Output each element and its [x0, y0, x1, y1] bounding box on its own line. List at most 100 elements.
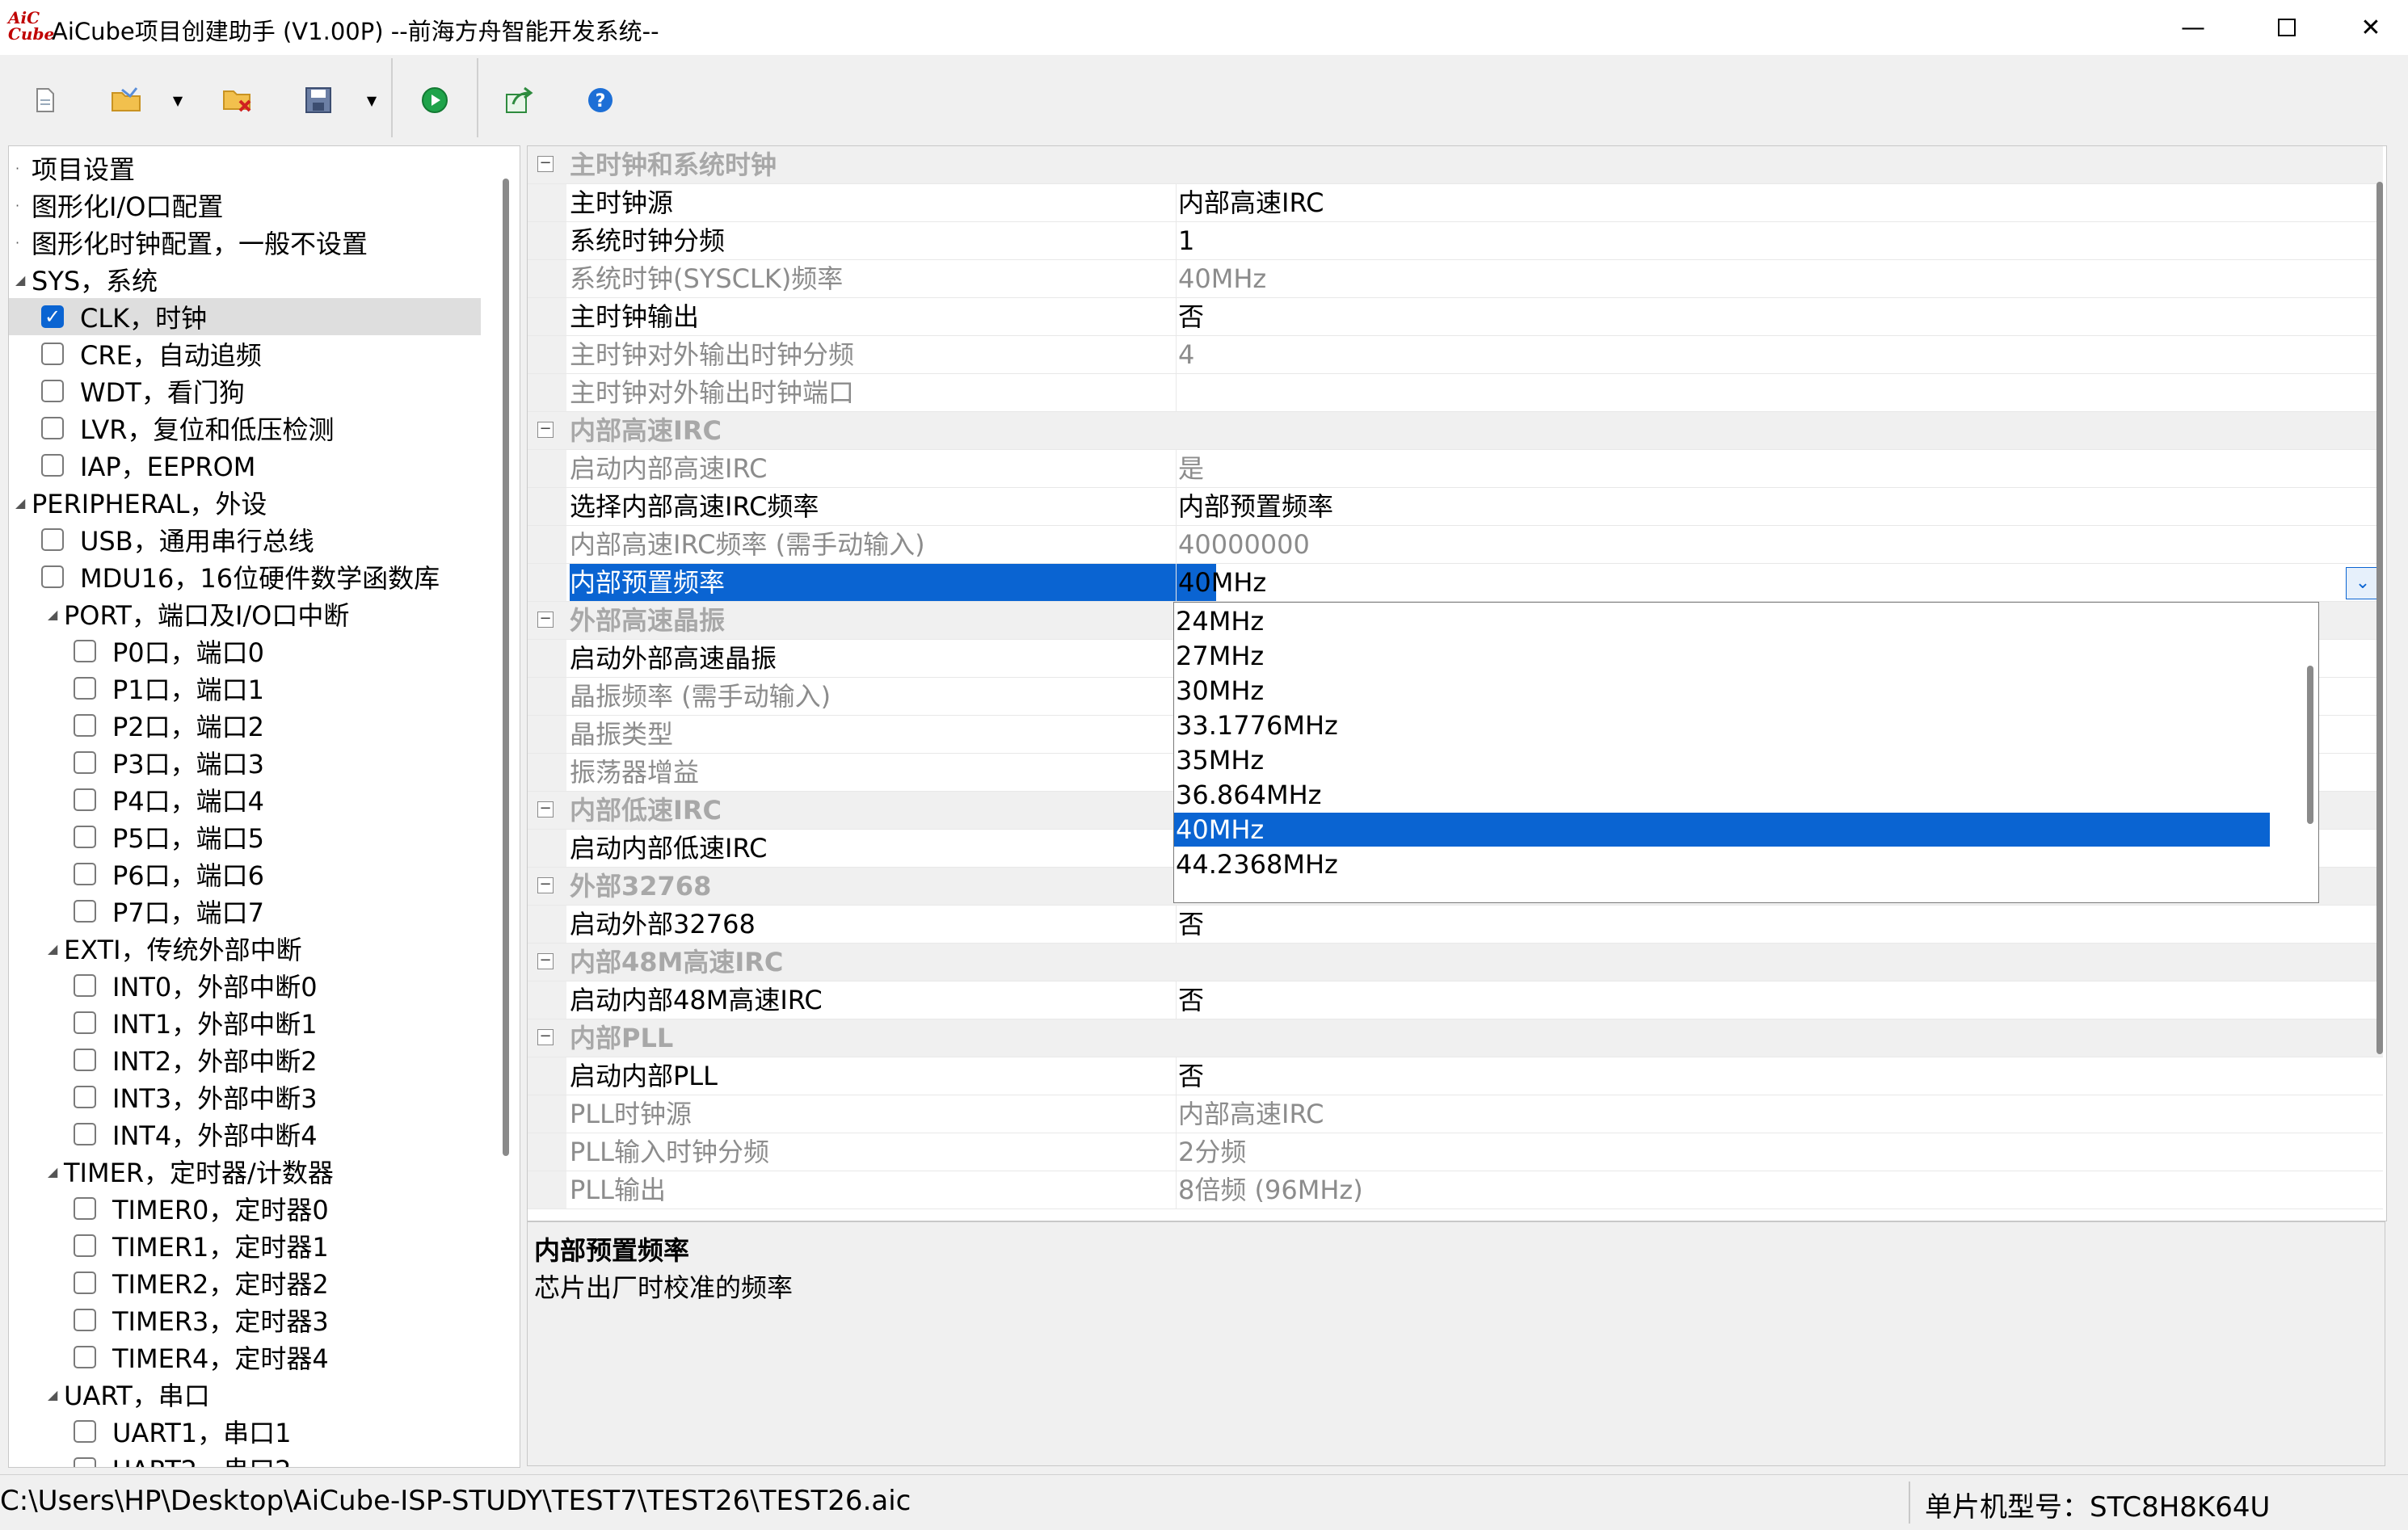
checkbox[interactable]	[74, 714, 96, 737]
property-value[interactable]: 否	[1176, 1057, 2382, 1095]
tree-item-p4[interactable]: P4口，端口4	[74, 781, 264, 818]
category-internal-pll[interactable]: − 内部PLL	[528, 1019, 2383, 1057]
checkbox[interactable]	[74, 1123, 96, 1145]
tree-item-sys[interactable]: ◢ SYS，系统	[15, 261, 158, 298]
tree-item-p1[interactable]: P1口，端口1	[74, 670, 264, 707]
tree-item-uart2[interactable]: UART2，串口2	[74, 1450, 292, 1467]
property-value[interactable]: 否	[1176, 906, 2382, 943]
tree-item-p5[interactable]: P5口，端口5	[74, 818, 264, 855]
checkbox[interactable]	[74, 1049, 96, 1071]
tree-item-wdt[interactable]: WDT，看门狗	[41, 372, 245, 410]
tree-item-uart[interactable]: ◢ UART，串口	[48, 1376, 210, 1413]
checkbox[interactable]	[41, 343, 64, 365]
tree-item-p2[interactable]: P2口，端口2	[74, 707, 264, 744]
tree-item-uart1[interactable]: UART1，串口1	[74, 1413, 292, 1450]
tree-item-lvr[interactable]: LVR，复位和低压检测	[41, 410, 334, 447]
tree-item-mdu16[interactable]: MDU16，16位硬件数学函数库	[41, 558, 440, 595]
export-button[interactable]	[501, 78, 538, 123]
checkbox[interactable]	[74, 640, 96, 662]
tree-item-clock-config[interactable]: · 图形化时钟配置，一般不设置	[15, 224, 368, 261]
tree-item-int0[interactable]: INT0，外部中断0	[74, 967, 318, 1004]
property-value[interactable]: 1	[1176, 222, 2382, 259]
tree-item-int1[interactable]: INT1，外部中断1	[74, 1004, 318, 1041]
checkbox[interactable]	[74, 1420, 96, 1443]
save-button[interactable]	[301, 78, 336, 123]
property-value-select[interactable]: 40MHz	[1176, 564, 2382, 601]
tree-item-clk[interactable]: ✓ CLK，时钟	[9, 298, 481, 335]
checkbox[interactable]	[41, 417, 64, 439]
checkbox[interactable]	[74, 826, 96, 848]
dropdown-option[interactable]: 24MHz	[1174, 604, 2270, 638]
property-row[interactable]: 启动外部32768 否	[528, 906, 2383, 944]
checkbox[interactable]	[74, 974, 96, 997]
dropdown-option-selected[interactable]: 40MHz	[1174, 813, 2270, 847]
dropdown-option[interactable]: 36.864MHz	[1174, 778, 2270, 812]
checkbox[interactable]	[41, 565, 64, 588]
collapse-icon[interactable]: −	[537, 801, 554, 818]
help-button[interactable]: ?	[582, 78, 619, 123]
maximize-button[interactable]	[2240, 0, 2334, 55]
property-row[interactable]: 启动内部48M高速IRC 否	[528, 981, 2383, 1019]
category-internal-irc[interactable]: − 内部高速IRC	[528, 412, 2383, 450]
property-value[interactable]: 否	[1176, 981, 2382, 1019]
project-tree[interactable]: · 项目设置 · 图形化I/O口配置 · 图形化时钟配置，一般不设置 ◢ SYS，系统 …	[8, 145, 520, 1468]
dropdown-option[interactable]: 27MHz	[1174, 639, 2270, 673]
tree-expand-icon[interactable]: ◢	[48, 1164, 64, 1179]
collapse-icon[interactable]: −	[537, 422, 554, 438]
checkbox[interactable]	[41, 380, 64, 402]
tree-item-usb[interactable]: USB，通用串行总线	[41, 521, 314, 558]
checkbox[interactable]	[74, 751, 96, 774]
checkbox[interactable]	[74, 1197, 96, 1220]
property-row[interactable]: 主时钟源 内部高速IRC	[528, 184, 2383, 222]
collapse-icon[interactable]: −	[537, 612, 554, 628]
tree-item-timer2[interactable]: TIMER2，定时器2	[74, 1264, 329, 1301]
minimize-button[interactable]: —	[2146, 0, 2240, 55]
checkbox[interactable]	[74, 1309, 96, 1331]
tree-item-int3[interactable]: INT3，外部中断3	[74, 1078, 318, 1116]
tree-item-peripheral[interactable]: ◢ PERIPHERAL，外设	[15, 484, 267, 521]
checkbox[interactable]	[74, 1457, 96, 1467]
tree-expand-icon[interactable]: ◢	[48, 941, 64, 956]
checkbox[interactable]	[74, 900, 96, 923]
tree-expand-icon[interactable]: ◢	[15, 272, 32, 288]
open-recent-dropdown[interactable]: ▼	[166, 78, 189, 123]
property-row[interactable]: 主时钟输出 否	[528, 298, 2383, 336]
save-options-dropdown[interactable]: ▼	[360, 78, 383, 123]
tree-item-p7[interactable]: P7口，端口7	[74, 893, 264, 930]
tree-item-timer4[interactable]: TIMER4，定时器4	[74, 1339, 329, 1376]
checkbox[interactable]	[74, 1346, 96, 1368]
tree-item-iap[interactable]: IAP，EEPROM	[41, 447, 255, 484]
new-project-button[interactable]	[27, 78, 63, 123]
checkbox[interactable]	[41, 454, 64, 477]
checkbox[interactable]	[74, 1271, 96, 1294]
checkbox-checked[interactable]: ✓	[41, 305, 64, 328]
checkbox[interactable]	[74, 677, 96, 700]
dropdown-arrow-button[interactable]: ⌄	[2346, 567, 2380, 599]
category-internal-48m-irc[interactable]: − 内部48M高速IRC	[528, 944, 2383, 981]
property-value[interactable]: 内部高速IRC	[1176, 184, 2382, 221]
grid-scrollbar[interactable]	[2376, 182, 2383, 1054]
checkbox[interactable]	[74, 863, 96, 885]
tree-item-project-settings[interactable]: · 项目设置	[15, 149, 135, 187]
checkbox[interactable]	[74, 788, 96, 811]
dropdown-option[interactable]: 35MHz	[1174, 743, 2270, 777]
dropdown-option[interactable]: 30MHz	[1174, 674, 2270, 708]
collapse-icon[interactable]: −	[537, 1029, 554, 1045]
tree-expand-icon[interactable]: ◢	[48, 1387, 64, 1402]
property-row-selected[interactable]: 内部预置频率 40MHz ⌄	[528, 564, 2383, 602]
close-button[interactable]: ✕	[2334, 0, 2408, 55]
property-value[interactable]: 内部预置频率	[1176, 488, 2382, 525]
tree-item-int2[interactable]: INT2，外部中断2	[74, 1041, 318, 1078]
tree-item-int4[interactable]: INT4，外部中断4	[74, 1116, 318, 1153]
tree-item-p0[interactable]: P0口，端口0	[74, 633, 264, 670]
checkbox[interactable]	[74, 1234, 96, 1257]
tree-item-p6[interactable]: P6口，端口6	[74, 855, 264, 893]
close-project-button[interactable]	[220, 78, 257, 123]
tree-item-timer3[interactable]: TIMER3，定时器3	[74, 1301, 329, 1339]
property-row[interactable]: 启动内部PLL 否	[528, 1057, 2383, 1095]
collapse-icon[interactable]: −	[537, 156, 554, 172]
tree-item-exti[interactable]: ◢ EXTI，传统外部中断	[48, 930, 302, 967]
checkbox[interactable]	[74, 1086, 96, 1108]
checkbox[interactable]	[41, 528, 64, 551]
frequency-dropdown-list[interactable]: 24MHz 27MHz 30MHz 33.1776MHz 35MHz 36.86…	[1173, 602, 2319, 903]
